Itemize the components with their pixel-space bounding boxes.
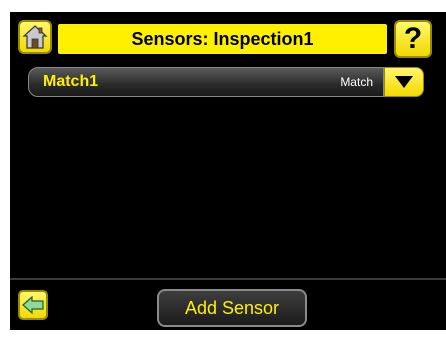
footer-divider bbox=[10, 278, 446, 280]
add-sensor-button[interactable]: Add Sensor bbox=[157, 289, 307, 327]
page-title: Sensors: Inspection1 bbox=[58, 24, 387, 54]
sensor-row[interactable]: Match1 Match bbox=[28, 67, 384, 97]
sensor-type: Match bbox=[340, 75, 373, 89]
help-button[interactable]: ? bbox=[394, 20, 432, 58]
inspection-screen: Sensors: Inspection1 ? Match1 Match Add … bbox=[10, 12, 446, 330]
chevron-down-icon bbox=[395, 76, 413, 88]
help-icon: ? bbox=[403, 22, 423, 55]
back-arrow-icon bbox=[22, 296, 44, 314]
header-bar: Sensors: Inspection1 ? bbox=[10, 12, 446, 62]
sensor-dropdown-button[interactable] bbox=[384, 67, 424, 97]
sensor-name: Match1 bbox=[43, 73, 99, 90]
home-icon bbox=[22, 25, 48, 49]
back-button[interactable] bbox=[18, 290, 48, 320]
home-button[interactable] bbox=[18, 20, 52, 54]
